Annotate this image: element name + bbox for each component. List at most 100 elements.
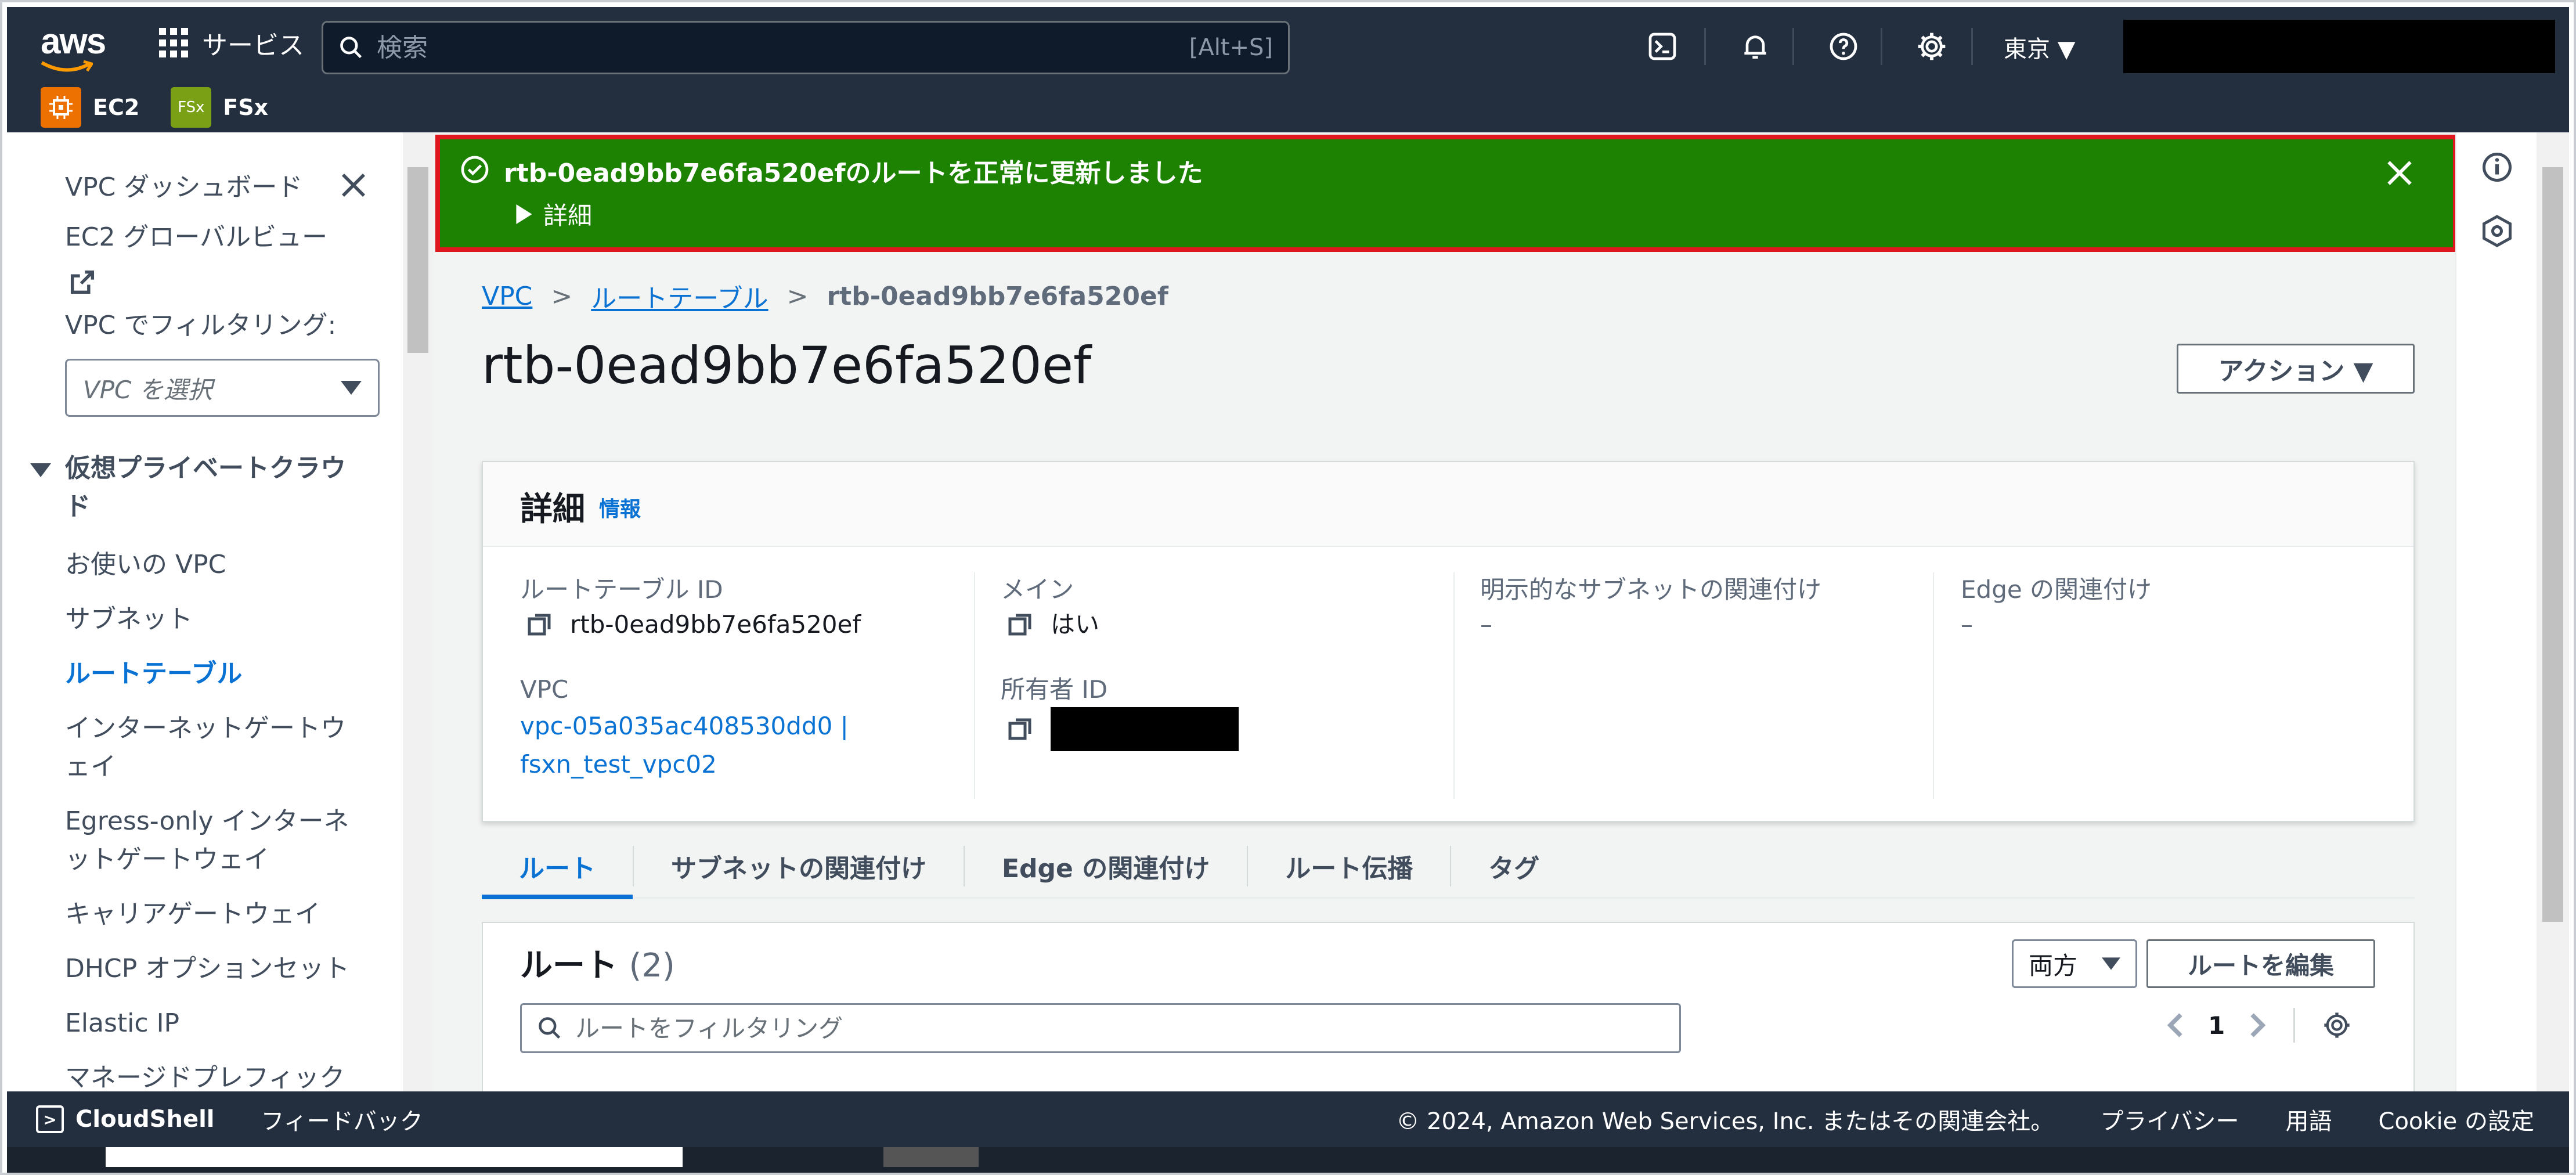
- search-icon: [340, 37, 362, 59]
- region-selector[interactable]: 東京 ▼: [2004, 30, 2075, 64]
- sidebar-item-egress-only-igw[interactable]: Egress-only インターネットゲートウェイ: [65, 802, 367, 879]
- vpc-filter-select[interactable]: VPC を選択: [65, 359, 380, 417]
- search-input[interactable]: [377, 33, 1189, 63]
- main-value: はい: [1051, 610, 1100, 639]
- edit-routes-button[interactable]: ルートを編集: [2146, 939, 2375, 988]
- aws-smile-icon: [41, 60, 93, 72]
- services-label: サービス: [202, 31, 304, 60]
- top-navigation: aws サービス [Alt+S]: [7, 7, 2569, 82]
- owner-id-label: 所有者 ID: [1001, 675, 1108, 704]
- feedback-link[interactable]: フィードバック: [261, 1102, 423, 1136]
- taskbar-strip: [7, 1147, 2569, 1173]
- browser-frame: aws サービス [Alt+S]: [0, 0, 2576, 1175]
- success-flash-banner: rtb-0ead9bb7e6fa520efのルートを正常に更新しました 詳細: [435, 135, 2455, 252]
- favorite-fsx[interactable]: FSx FSx: [171, 87, 268, 128]
- flash-detail-label: 詳細: [543, 201, 593, 230]
- services-menu[interactable]: サービス: [159, 24, 304, 62]
- caret-down-icon[interactable]: [30, 462, 51, 478]
- route-filter-input[interactable]: [575, 1014, 1664, 1043]
- owner-id-redacted: [1051, 707, 1239, 751]
- vpc-filter-placeholder: VPC を選択: [83, 375, 212, 404]
- cloudshell-icon: >: [36, 1105, 64, 1133]
- footer: > CloudShell フィードバック © 2024, Amazon Web …: [7, 1091, 2569, 1147]
- copy-icon[interactable]: [1006, 715, 1034, 743]
- sidebar-item-dhcp-options[interactable]: DHCP オプションセット: [65, 950, 367, 988]
- global-search[interactable]: [Alt+S]: [322, 21, 1290, 74]
- details-col-1: ルートテーブル ID rtb-0ead9bb7e6fa520ef VPC vpc…: [520, 572, 961, 799]
- sidebar-item-internet-gateways[interactable]: インターネットゲートウェイ: [65, 709, 367, 786]
- hexagon-icon[interactable]: [2480, 214, 2514, 248]
- favorite-ec2[interactable]: EC2: [41, 87, 139, 128]
- close-icon[interactable]: [338, 170, 369, 201]
- details-header: 詳細 情報: [483, 462, 2413, 547]
- details-col-4: Edge の関連付け –: [1961, 572, 2402, 799]
- sidebar-item-carrier-gateways[interactable]: キャリアゲートウェイ: [65, 895, 367, 933]
- services-grid-icon: [159, 28, 189, 58]
- left-sidebar: VPC ダッシュボード EC2 グローバルビュー VPC でフィルタリング: V…: [7, 132, 406, 1131]
- tab-subnet-associations[interactable]: サブネットの関連付け: [634, 845, 965, 886]
- details-col-3: 明示的なサブネットの関連付け –: [1480, 572, 1921, 799]
- help-icon[interactable]: [1827, 30, 1860, 63]
- gear-icon[interactable]: [1915, 30, 1948, 63]
- pagination: 1: [2166, 1008, 2352, 1043]
- chevron-right-icon: >: [551, 281, 573, 311]
- breadcrumb-route-tables[interactable]: ルートテーブル: [591, 277, 768, 315]
- caret-down-icon: [341, 381, 362, 395]
- edge-association-label: Edge の関連付け: [1961, 575, 2152, 604]
- sidebar-item-ec2-global-view[interactable]: EC2 グローバルビュー: [65, 218, 367, 257]
- page-number[interactable]: 1: [2208, 1011, 2225, 1040]
- main-content: rtb-0ead9bb7e6fa520efのルートを正常に更新しました 詳細 V…: [433, 132, 2455, 1091]
- info-icon[interactable]: [2480, 150, 2514, 185]
- actions-button[interactable]: アクション ▼: [2177, 344, 2415, 394]
- page-title: rtb-0ead9bb7e6fa520ef: [482, 336, 1092, 395]
- cloudshell-label: CloudShell: [75, 1106, 215, 1133]
- flash-detail-toggle[interactable]: 詳細: [515, 196, 592, 232]
- bell-icon[interactable]: [1739, 30, 1772, 63]
- details-col-2: メイン はい 所有者 ID: [1001, 572, 1442, 799]
- tab-tags[interactable]: タグ: [1451, 846, 1576, 886]
- tab-routes[interactable]: ルート: [482, 845, 634, 899]
- section-virtual-private-cloud[interactable]: 仮想プライベートクラウド: [65, 449, 367, 526]
- route-table-id-label: ルートテーブル ID: [520, 575, 723, 604]
- vpc-link-name[interactable]: fsxn_test_vpc02: [520, 745, 961, 784]
- route-filter[interactable]: [520, 1003, 1681, 1053]
- breadcrumb-vpc[interactable]: VPC: [482, 282, 532, 311]
- sidebar-item-subnets[interactable]: サブネット: [65, 600, 367, 639]
- favorite-label: FSx: [223, 95, 269, 120]
- sidebar-item-your-vpcs[interactable]: お使いの VPC: [65, 546, 367, 584]
- terms-link[interactable]: 用語: [2286, 1102, 2332, 1136]
- breadcrumb: VPC > ルートテーブル > rtb-0ead9bb7e6fa520ef: [482, 277, 1168, 315]
- search-icon: [539, 1017, 561, 1039]
- chevron-left-icon[interactable]: [2166, 1011, 2185, 1039]
- tab-edge-associations[interactable]: Edge の関連付け: [965, 845, 1249, 886]
- gear-icon[interactable]: [2322, 1010, 2352, 1040]
- cookie-settings-link[interactable]: Cookie の設定: [2379, 1102, 2534, 1136]
- sidebar-item-vpc-dashboard[interactable]: VPC ダッシュボード: [65, 168, 367, 207]
- privacy-link[interactable]: プライバシー: [2100, 1102, 2239, 1136]
- cloudshell-button[interactable]: > CloudShell: [36, 1105, 215, 1133]
- flash-message: rtb-0ead9bb7e6fa520efのルートを正常に更新しました: [504, 158, 1203, 188]
- vpc-link[interactable]: vpc-05a035ac408530dd0 |: [520, 707, 961, 745]
- search-shortcut: [Alt+S]: [1189, 34, 1273, 61]
- copy-icon[interactable]: [526, 611, 554, 639]
- aws-logo[interactable]: aws: [41, 21, 106, 62]
- account-menu-redacted[interactable]: [2123, 20, 2555, 73]
- favorite-label: EC2: [93, 95, 140, 120]
- route-direction-select[interactable]: 両方: [2012, 939, 2137, 988]
- chevron-right-icon[interactable]: [2248, 1011, 2267, 1039]
- close-icon[interactable]: [2383, 157, 2416, 189]
- tab-list: ルート サブネットの関連付け Edge の関連付け ルート伝播 タグ: [482, 835, 2415, 899]
- chevron-right-icon: >: [786, 281, 809, 311]
- info-link[interactable]: 情報: [599, 492, 641, 522]
- sidebar-item-elastic-ip[interactable]: Elastic IP: [65, 1004, 367, 1043]
- tab-route-propagation[interactable]: ルート伝播: [1248, 845, 1452, 886]
- sidebar-item-route-tables[interactable]: ルートテーブル: [65, 655, 367, 693]
- vpc-label: VPC: [520, 675, 569, 704]
- main-scrollbar[interactable]: [2537, 132, 2569, 1091]
- ec2-icon: [41, 87, 81, 128]
- sidebar-scrollbar[interactable]: [403, 132, 433, 1091]
- cloudshell-icon[interactable]: [1646, 30, 1679, 63]
- copy-icon[interactable]: [1006, 611, 1034, 639]
- breadcrumb-current: rtb-0ead9bb7e6fa520ef: [827, 281, 1168, 311]
- fsx-icon: FSx: [171, 87, 212, 128]
